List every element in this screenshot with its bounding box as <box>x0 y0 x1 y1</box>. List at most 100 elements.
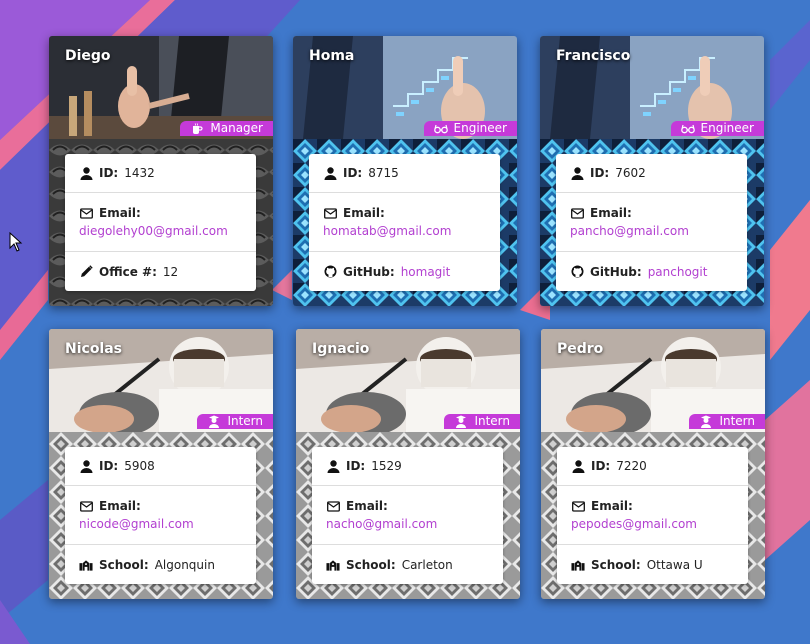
employee-card: Francisco Engineer ID: 7602 Email: panch… <box>540 36 764 306</box>
role-label: Intern <box>227 414 263 428</box>
card-header: Pedro Intern <box>541 329 765 432</box>
email-label: Email: <box>99 499 141 513</box>
pencil-icon <box>79 265 93 278</box>
role-label: Intern <box>474 414 510 428</box>
id-value: 1432 <box>124 166 155 180</box>
extra-value: Carleton <box>401 557 453 572</box>
role-badge: Intern <box>197 414 273 429</box>
id-row: ID: 5908 <box>65 447 256 486</box>
id-value: 7220 <box>616 459 647 473</box>
id-label: ID: <box>591 459 611 473</box>
user-icon <box>79 166 93 180</box>
extra-row: School: Algonquin <box>65 545 256 584</box>
id-label: ID: <box>346 459 366 473</box>
email-label: Email: <box>343 206 385 220</box>
github-icon <box>570 265 584 278</box>
school-icon <box>326 559 340 571</box>
email-link[interactable]: nacho@gmail.com <box>326 517 489 531</box>
employee-name: Diego <box>65 48 111 64</box>
email-row: Email: pepodes@gmail.com <box>557 486 748 545</box>
extra-label: School: <box>99 557 149 572</box>
extra-label: GitHub: <box>590 264 642 279</box>
info-list: ID: 1529 Email: nacho@gmail.com School: … <box>312 447 503 584</box>
id-label: ID: <box>590 166 610 180</box>
info-list: ID: 7602 Email: pancho@gmail.com GitHub:… <box>556 154 747 291</box>
graduate-icon <box>699 415 713 428</box>
github-icon <box>323 265 337 278</box>
employee-name: Ignacio <box>312 341 370 357</box>
id-label: ID: <box>343 166 363 180</box>
extra-label: School: <box>591 557 641 572</box>
id-value: 5908 <box>124 459 155 473</box>
glasses-icon <box>433 124 448 134</box>
email-link[interactable]: pepodes@gmail.com <box>571 517 734 531</box>
id-row: ID: 7602 <box>556 154 747 193</box>
info-list: ID: 5908 Email: nicode@gmail.com School:… <box>65 447 256 584</box>
envelope-icon <box>79 500 93 512</box>
envelope-icon <box>326 500 340 512</box>
email-row: Email: diegolehy00@gmail.com <box>65 193 256 252</box>
email-link[interactable]: diegolehy00@gmail.com <box>79 224 242 238</box>
email-row: Email: nicode@gmail.com <box>65 486 256 545</box>
id-row: ID: 7220 <box>557 447 748 486</box>
envelope-icon <box>323 207 337 219</box>
user-icon <box>570 166 584 180</box>
card-header: Nicolas Intern <box>49 329 273 432</box>
id-row: ID: 1529 <box>312 447 503 486</box>
role-label: Engineer <box>453 121 507 135</box>
role-badge: Intern <box>444 414 520 429</box>
id-row: ID: 1432 <box>65 154 256 193</box>
employee-name: Homa <box>309 48 355 64</box>
employee-name: Nicolas <box>65 341 123 357</box>
envelope-icon <box>79 207 93 219</box>
glasses-icon <box>680 124 695 134</box>
school-icon <box>571 559 585 571</box>
user-icon <box>326 459 340 473</box>
id-label: ID: <box>99 166 119 180</box>
school-icon <box>79 559 93 571</box>
card-header: Diego Manager <box>49 36 273 139</box>
extra-value: Ottawa U <box>646 557 703 572</box>
mouse-cursor-icon <box>9 232 23 252</box>
id-row: ID: 8715 <box>309 154 500 193</box>
employee-card: Nicolas Intern ID: 5908 Email: nicode@gm… <box>49 329 273 599</box>
email-link[interactable]: nicode@gmail.com <box>79 517 242 531</box>
info-list: ID: 7220 Email: pepodes@gmail.com School… <box>557 447 748 584</box>
email-link[interactable]: pancho@gmail.com <box>570 224 733 238</box>
role-badge: Manager <box>180 121 273 136</box>
user-icon <box>79 459 93 473</box>
card-header: Francisco Engineer <box>540 36 764 139</box>
employee-name: Francisco <box>556 48 631 64</box>
extra-row: School: Carleton <box>312 545 503 584</box>
role-label: Engineer <box>700 121 754 135</box>
extra-label: GitHub: <box>343 264 395 279</box>
extra-value[interactable]: panchogit <box>648 265 708 279</box>
email-row: Email: nacho@gmail.com <box>312 486 503 545</box>
extra-label: School: <box>346 557 396 572</box>
email-label: Email: <box>346 499 388 513</box>
extra-row: GitHub: homagit <box>309 252 500 291</box>
extra-row: Office #: 12 <box>65 252 256 291</box>
user-icon <box>571 459 585 473</box>
id-label: ID: <box>99 459 119 473</box>
email-row: Email: pancho@gmail.com <box>556 193 747 252</box>
email-link[interactable]: homatab@gmail.com <box>323 224 486 238</box>
extra-value: 12 <box>162 264 179 279</box>
user-icon <box>323 166 337 180</box>
employee-card: Homa Engineer ID: 8715 Email: homatab@gm… <box>293 36 517 306</box>
info-list: ID: 8715 Email: homatab@gmail.com GitHub… <box>309 154 500 291</box>
card-header: Ignacio Intern <box>296 329 520 432</box>
email-row: Email: homatab@gmail.com <box>309 193 500 252</box>
extra-value[interactable]: homagit <box>401 265 451 279</box>
extra-label: Office #: <box>99 264 157 279</box>
employee-card: Diego Manager ID: 1432 Email: diegolehy0… <box>49 36 273 306</box>
role-badge: Engineer <box>423 121 517 136</box>
extra-row: GitHub: panchogit <box>556 252 747 291</box>
id-value: 1529 <box>371 459 402 473</box>
card-header: Homa Engineer <box>293 36 517 139</box>
envelope-icon <box>571 500 585 512</box>
extra-value: Algonquin <box>154 557 215 572</box>
graduate-icon <box>454 415 468 428</box>
role-label: Intern <box>719 414 755 428</box>
role-label: Manager <box>210 121 263 135</box>
